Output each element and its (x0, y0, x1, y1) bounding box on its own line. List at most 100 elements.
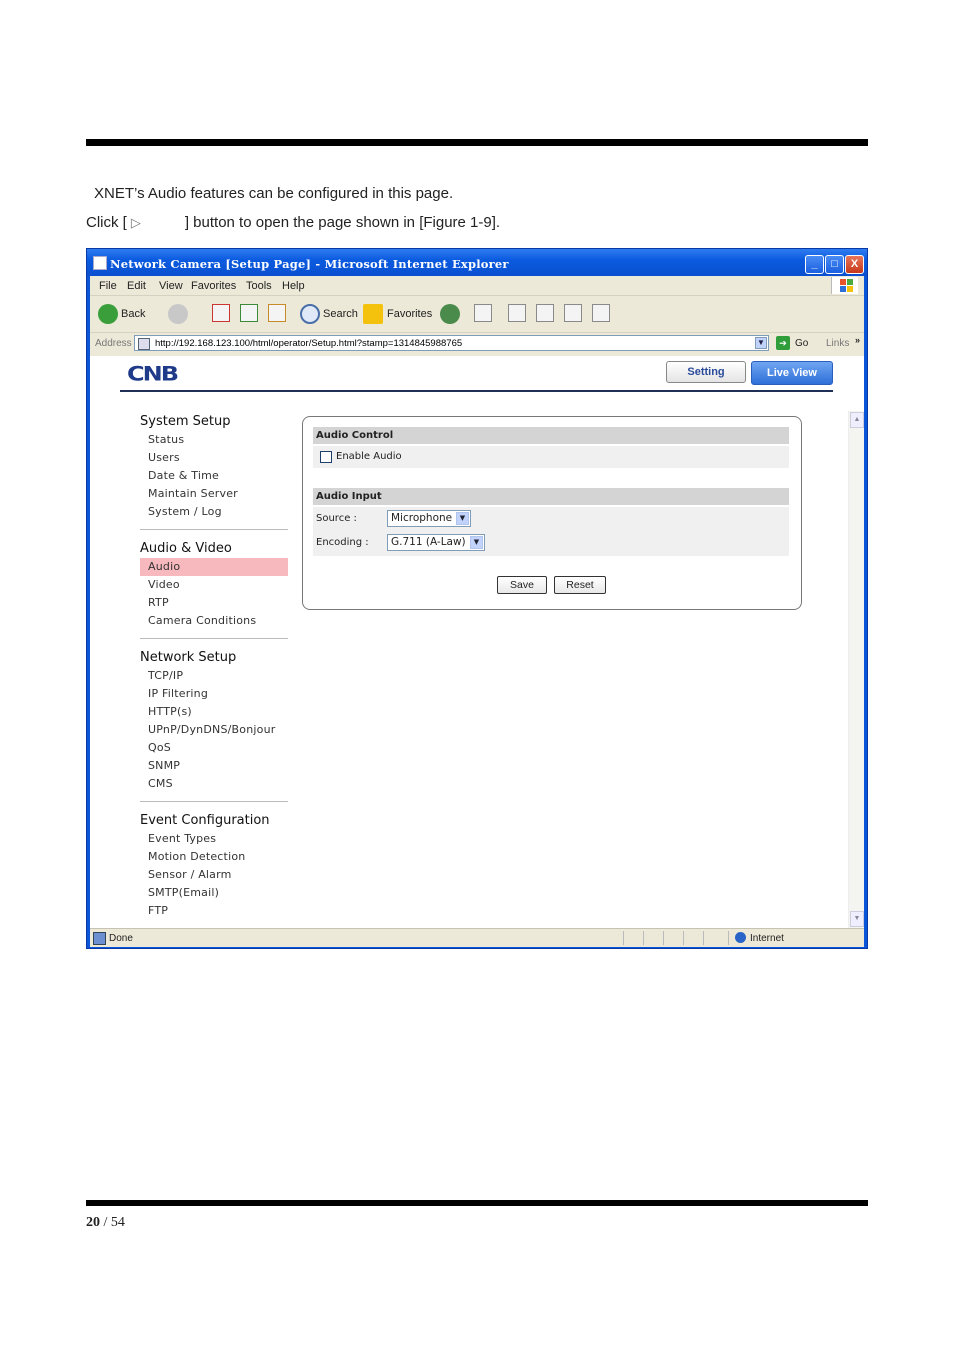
source-select[interactable]: Microphone ▼ (387, 510, 471, 527)
vertical-scrollbar[interactable]: ▲ ▼ (848, 411, 864, 928)
links-button[interactable]: Links (826, 338, 849, 349)
favorites-star-icon[interactable] (363, 304, 383, 324)
page-number: 20 / 54 (86, 1215, 125, 1231)
sidebar-item-users[interactable]: Users (140, 449, 288, 467)
window-title: Network Camera [Setup Page] - Microsoft … (110, 257, 509, 271)
sidebar-divider (140, 638, 288, 639)
sidebar-item-tcpip[interactable]: TCP/IP (140, 667, 288, 685)
menu-help[interactable]: Help (282, 280, 305, 292)
discuss-icon[interactable] (564, 304, 582, 322)
menu-file[interactable]: File (99, 280, 117, 292)
audio-input-body: Source : Microphone ▼ Encoding : G.711 (… (313, 507, 789, 556)
audio-control-body: Enable Audio (313, 446, 789, 468)
go-arrow-icon[interactable]: ➔ (776, 336, 790, 350)
address-url[interactable]: http://192.168.123.100/html/operator/Set… (155, 338, 462, 349)
print-icon[interactable] (508, 304, 526, 322)
audio-settings-panel: Audio Control Enable Audio Audio Input S… (302, 416, 802, 610)
back-button[interactable]: Back (121, 308, 145, 320)
menu-tools[interactable]: Tools (246, 280, 272, 292)
header-rule (86, 139, 868, 146)
audio-input-heading: Audio Input (313, 488, 789, 505)
standard-toolbar: Back Search Favorites (90, 296, 864, 333)
edit-icon[interactable] (536, 304, 554, 322)
cnb-logo: CNB (127, 363, 179, 386)
sidebar-item-maintain-server[interactable]: Maintain Server (140, 485, 288, 503)
sidebar-item-smtp[interactable]: SMTP(Email) (140, 884, 288, 902)
sidebar-item-sensor-alarm[interactable]: Sensor / Alarm (140, 866, 288, 884)
save-button[interactable]: Save (497, 576, 547, 594)
sidebar-divider (140, 529, 288, 530)
footer-rule (86, 1200, 868, 1206)
sidebar-item-system-log[interactable]: System / Log (140, 503, 288, 521)
page-done-icon (93, 932, 106, 945)
status-text: Done (109, 933, 133, 944)
title-bar: Network Camera [Setup Page] - Microsoft … (87, 249, 867, 276)
encoding-select[interactable]: G.711 (A-Law) ▼ (387, 534, 485, 551)
chevron-down-icon[interactable]: ▼ (470, 536, 483, 549)
home-icon[interactable] (268, 304, 286, 322)
status-divider (623, 931, 624, 945)
browser-client: File Edit View Favorites Tools Help Back… (90, 276, 864, 947)
go-button[interactable]: Go (795, 338, 808, 349)
section-network-setup: Network Setup (140, 650, 237, 665)
instruction-suffix: ] button to open the page shown in [Figu… (184, 214, 501, 231)
back-arrow-icon[interactable] (98, 304, 118, 324)
sidebar-item-video[interactable]: Video (140, 576, 288, 594)
sidebar-item-status[interactable]: Status (140, 431, 288, 449)
minimize-button[interactable]: _ (805, 255, 824, 274)
mail-icon[interactable] (474, 304, 492, 322)
setting-tab[interactable]: Setting (666, 361, 746, 383)
sidebar-item-audio[interactable]: Audio (140, 558, 288, 576)
sidebar-item-upnp[interactable]: UPnP/DynDNS/Bonjour (140, 721, 288, 739)
section-event-configuration: Event Configuration (140, 813, 270, 828)
sidebar-item-snmp[interactable]: SNMP (140, 757, 288, 775)
sidebar-item-event-types[interactable]: Event Types (140, 830, 288, 848)
sidebar-item-date-time[interactable]: Date & Time (140, 467, 288, 485)
menu-view[interactable]: View (159, 280, 183, 292)
sidebar-item-https[interactable]: HTTP(s) (140, 703, 288, 721)
media-icon[interactable] (440, 304, 460, 324)
stop-icon[interactable] (212, 304, 230, 322)
status-divider (643, 931, 644, 945)
sidebar-item-camera-conditions[interactable]: Camera Conditions (140, 612, 288, 630)
setup-sidebar: System Setup Status Users Date & Time Ma… (140, 412, 288, 920)
address-field[interactable]: http://192.168.123.100/html/operator/Set… (134, 335, 769, 351)
sidebar-item-cms[interactable]: CMS (140, 775, 288, 793)
search-button[interactable]: Search (323, 308, 358, 320)
scroll-up-icon[interactable]: ▲ (850, 412, 864, 428)
sidebar-item-rtp[interactable]: RTP (140, 594, 288, 612)
maximize-button[interactable]: □ (825, 255, 844, 274)
status-bar: Done Internet (90, 928, 864, 947)
favorites-button[interactable]: Favorites (387, 308, 432, 320)
live-view-tab[interactable]: Live View (751, 361, 833, 385)
address-dropdown-icon[interactable]: ▼ (755, 337, 767, 349)
section-system-setup: System Setup (140, 414, 231, 429)
encoding-label: Encoding : (316, 537, 369, 548)
sidebar-item-ip-filtering[interactable]: IP Filtering (140, 685, 288, 703)
sidebar-item-motion-detection[interactable]: Motion Detection (140, 848, 288, 866)
chevron-down-icon[interactable]: ▼ (456, 512, 469, 525)
close-button[interactable]: X (845, 255, 864, 274)
messenger-icon[interactable] (592, 304, 610, 322)
internet-zone-icon (735, 932, 746, 943)
audio-control-heading: Audio Control (313, 427, 789, 444)
page-icon (138, 338, 150, 350)
reset-button[interactable]: Reset (554, 576, 606, 594)
header-divider (120, 390, 833, 392)
menu-edit[interactable]: Edit (127, 280, 146, 292)
forward-arrow-icon[interactable] (168, 304, 188, 324)
enable-audio-label: Enable Audio (336, 451, 402, 462)
links-chevron-icon[interactable]: » (855, 335, 860, 345)
security-zone: Internet (750, 933, 784, 944)
sidebar-item-qos[interactable]: QoS (140, 739, 288, 757)
refresh-icon[interactable] (240, 304, 258, 322)
page-current: 20 (86, 1215, 100, 1230)
enable-audio-checkbox[interactable] (320, 451, 332, 463)
search-icon[interactable] (300, 304, 320, 324)
menu-favorites[interactable]: Favorites (191, 280, 236, 292)
sidebar-item-ftp[interactable]: FTP (140, 902, 288, 920)
status-divider (663, 931, 664, 945)
sidebar-divider (140, 801, 288, 802)
scroll-down-icon[interactable]: ▼ (850, 911, 864, 927)
page-separator: / (103, 1215, 108, 1230)
